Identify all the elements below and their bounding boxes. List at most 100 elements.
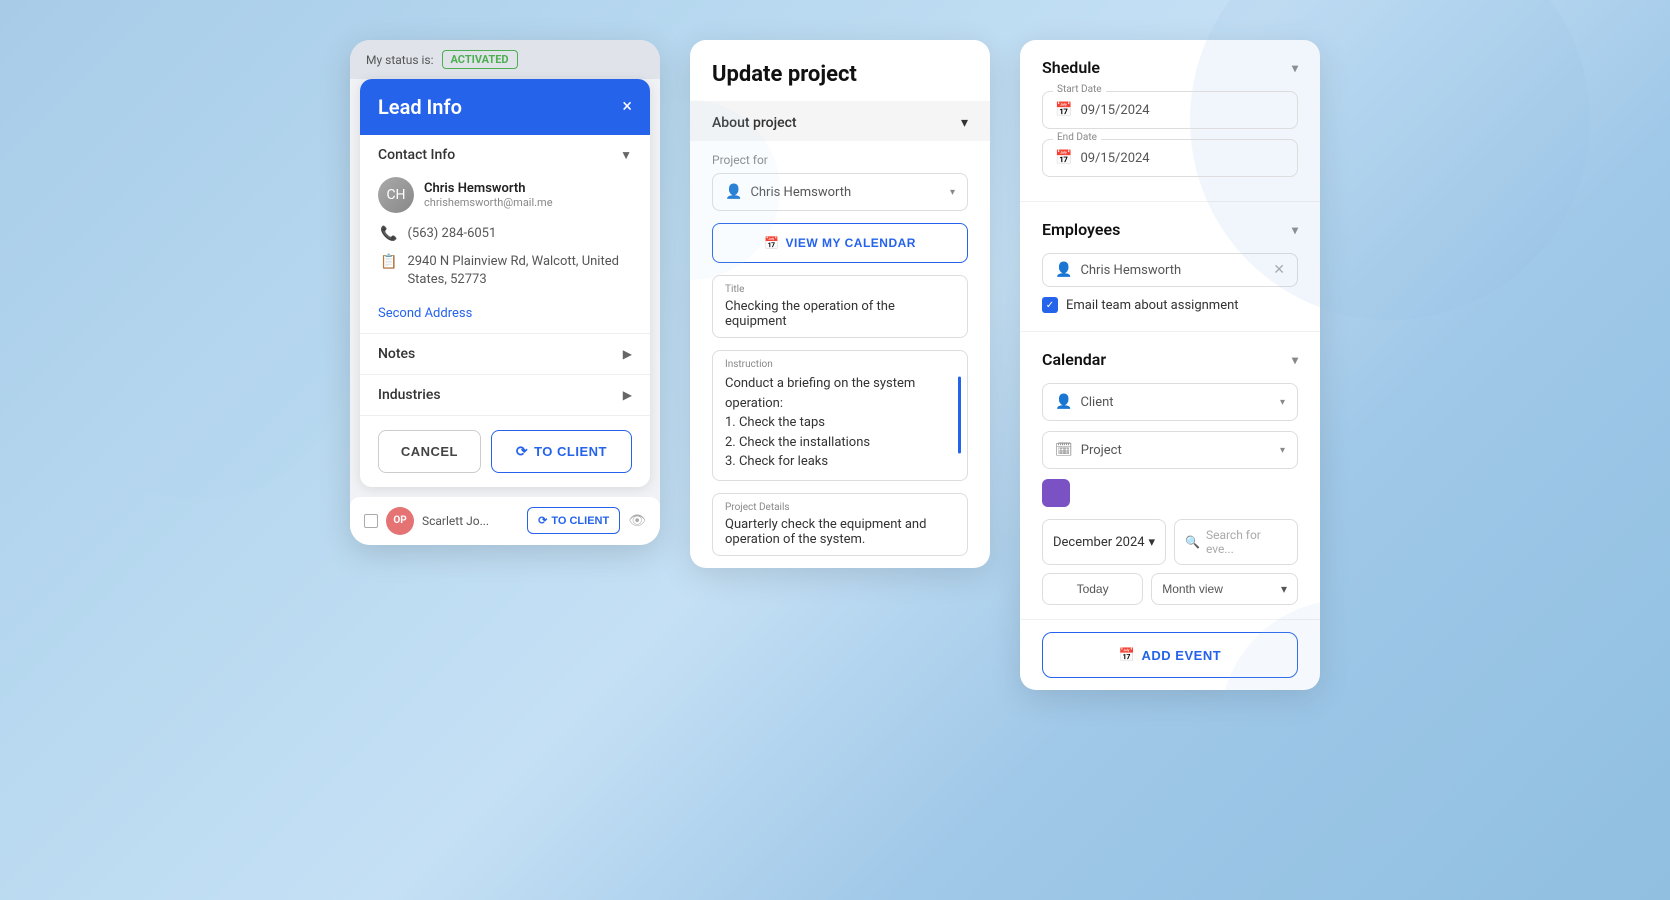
avatar: CH <box>378 177 414 213</box>
phone-icon: 📞 <box>380 226 397 242</box>
person-name: Chris Hemsworth <box>424 181 553 196</box>
email-team-label: Email team about assignment <box>1066 298 1239 313</box>
view-calendar-label: VIEW MY CALENDAR <box>786 236 916 250</box>
project-icon: 🗓 <box>1055 442 1073 458</box>
cancel-button[interactable]: CANCEL <box>378 430 481 473</box>
update-project-panel: Update project About project ▾ Project f… <box>690 40 990 568</box>
employee-row: 👤 Chris Hemsworth ✕ <box>1042 253 1298 287</box>
search-icon: 🔍 <box>1185 535 1200 549</box>
search-placeholder: Search for eve... <box>1206 528 1287 556</box>
view-calendar-button[interactable]: 📅 VIEW MY CALENDAR <box>712 223 968 263</box>
update-project-title: Update project <box>712 62 968 87</box>
calendar-search[interactable]: 🔍 Search for eve... <box>1174 519 1298 565</box>
bottom-to-client-button[interactable]: ⟳ TO CLIENT <box>527 507 620 534</box>
person-icon: 👤 <box>725 184 742 200</box>
about-project-section: About project ▾ <box>690 101 990 141</box>
month-view-button[interactable]: Month view ▾ <box>1151 573 1298 605</box>
person-email: chrishemsworth@mail.me <box>424 196 553 209</box>
about-project-label: About project ▾ <box>712 115 968 131</box>
select-chevron-icon: ▾ <box>950 187 955 198</box>
end-date-label: End Date <box>1053 132 1101 143</box>
contact-header: Contact Info ▼ <box>378 147 632 163</box>
employee-name: Chris Hemsworth <box>1080 263 1265 278</box>
industries-label: Industries <box>378 387 441 403</box>
calendar-section: Calendar ▾ 👤 Client ▾ 🗓 Project ▾ Decemb… <box>1020 332 1320 620</box>
lead-modal-header: Lead Info × <box>360 79 650 135</box>
bottom-name: Scarlett Jo... <box>422 514 519 528</box>
employee-person-icon: 👤 <box>1055 262 1072 278</box>
instruction-value[interactable]: Conduct a briefing on the system operati… <box>725 374 955 472</box>
title-input-group: Title Checking the operation of the equi… <box>712 275 968 338</box>
client-icon: 👤 <box>1055 394 1072 410</box>
month-view-label: Month view <box>1162 582 1223 596</box>
address-icon: 📋 <box>380 254 397 270</box>
project-select[interactable]: 🗓 Project ▾ <box>1042 431 1298 469</box>
schedule-chevron-icon: ▾ <box>1292 61 1298 75</box>
email-team-checkbox[interactable]: ✓ <box>1042 297 1058 313</box>
sync-icon: ⟳ <box>516 443 528 460</box>
bottom-to-client-label: TO CLIENT <box>551 515 609 527</box>
schedule-section: Shedule ▾ Start Date 📅 09/15/2024 End Da… <box>1020 40 1320 202</box>
color-swatch[interactable] <box>1042 479 1070 507</box>
project-details-value[interactable]: Quarterly check the equipment and operat… <box>725 517 955 547</box>
address-text: 2940 N Plainview Rd, Walcott, United Sta… <box>407 253 632 289</box>
eye-icon[interactable]: 👁 <box>628 513 646 529</box>
close-icon[interactable]: × <box>622 98 632 116</box>
status-bar: My status is: ACTIVATED <box>350 40 660 79</box>
contact-person: CH Chris Hemsworth chrishemsworth@mail.m… <box>378 177 632 213</box>
project-placeholder: Project <box>1081 443 1272 458</box>
end-date-field[interactable]: End Date 📅 09/15/2024 <box>1042 139 1298 177</box>
calendar-chevron-icon: ▾ <box>1292 353 1298 367</box>
month-view-chevron-icon: ▾ <box>1281 582 1287 596</box>
lead-modal: Lead Info × Contact Info ▼ CH Chris Hems… <box>360 79 650 487</box>
title-value[interactable]: Checking the operation of the equipment <box>725 299 955 329</box>
second-address-link[interactable]: Second Address <box>378 306 472 321</box>
industries-section[interactable]: Industries ▶ <box>360 375 650 416</box>
instruction-group: Instruction Conduct a briefing on the sy… <box>712 350 968 481</box>
panel2-header: Update project <box>690 40 990 87</box>
status-badge: ACTIVATED <box>442 50 518 69</box>
employees-chevron-icon: ▾ <box>1292 223 1298 237</box>
add-event-icon: 📅 <box>1119 647 1136 663</box>
month-value: December 2024 <box>1053 535 1145 550</box>
bottom-checkbox[interactable] <box>364 514 378 528</box>
about-project-chevron: ▾ <box>961 115 968 131</box>
end-date-value: 09/15/2024 <box>1080 151 1149 166</box>
phone-text: (563) 284-6051 <box>407 225 496 243</box>
calendar-title: Calendar ▾ <box>1042 350 1298 369</box>
project-details-label: Project Details <box>725 502 955 513</box>
contact-info-chevron: ▼ <box>620 148 632 162</box>
status-label: My status is: <box>366 53 434 67</box>
to-client-button[interactable]: ⟳ TO CLIENT <box>491 430 632 473</box>
lead-modal-body: Contact Info ▼ CH Chris Hemsworth chrish… <box>360 135 650 416</box>
checkmark-icon: ✓ <box>1046 300 1054 311</box>
calendar-view-controls: Today Month view ▾ <box>1042 573 1298 605</box>
start-date-field[interactable]: Start Date 📅 09/15/2024 <box>1042 91 1298 129</box>
instruction-label: Instruction <box>725 359 955 370</box>
lead-info-panel: My status is: ACTIVATED Lead Info × Cont… <box>350 40 660 545</box>
title-label: Title <box>725 284 955 295</box>
remove-employee-button[interactable]: ✕ <box>1273 262 1285 278</box>
schedule-title: Shedule ▾ <box>1042 58 1298 77</box>
month-select[interactable]: December 2024 ▾ <box>1042 519 1166 565</box>
contact-info-section: Contact Info ▼ CH Chris Hemsworth chrish… <box>360 135 650 334</box>
notes-label: Notes <box>378 346 415 362</box>
project-for-value: Chris Hemsworth <box>750 185 942 200</box>
client-placeholder: Client <box>1080 395 1272 410</box>
client-chevron-icon: ▾ <box>1280 397 1285 408</box>
project-for-select[interactable]: 👤 Chris Hemsworth ▾ <box>712 173 968 211</box>
add-event-button[interactable]: 📅 ADD EVENT <box>1042 632 1298 678</box>
phone-detail: 📞 (563) 284-6051 <box>378 225 632 243</box>
bottom-avatar: OP <box>386 507 414 535</box>
month-chevron-icon: ▾ <box>1148 535 1155 550</box>
notes-chevron: ▶ <box>623 347 632 361</box>
lead-modal-footer: CANCEL ⟳ TO CLIENT <box>360 416 650 487</box>
today-button[interactable]: Today <box>1042 573 1143 605</box>
avatar-inner: CH <box>378 177 414 213</box>
notes-section[interactable]: Notes ▶ <box>360 334 650 375</box>
right-panel: Shedule ▾ Start Date 📅 09/15/2024 End Da… <box>1020 40 1320 690</box>
client-select[interactable]: 👤 Client ▾ <box>1042 383 1298 421</box>
email-team-row: ✓ Email team about assignment <box>1042 297 1298 313</box>
start-date-icon: 📅 <box>1055 102 1072 118</box>
calendar-icon: 📅 <box>764 236 779 250</box>
